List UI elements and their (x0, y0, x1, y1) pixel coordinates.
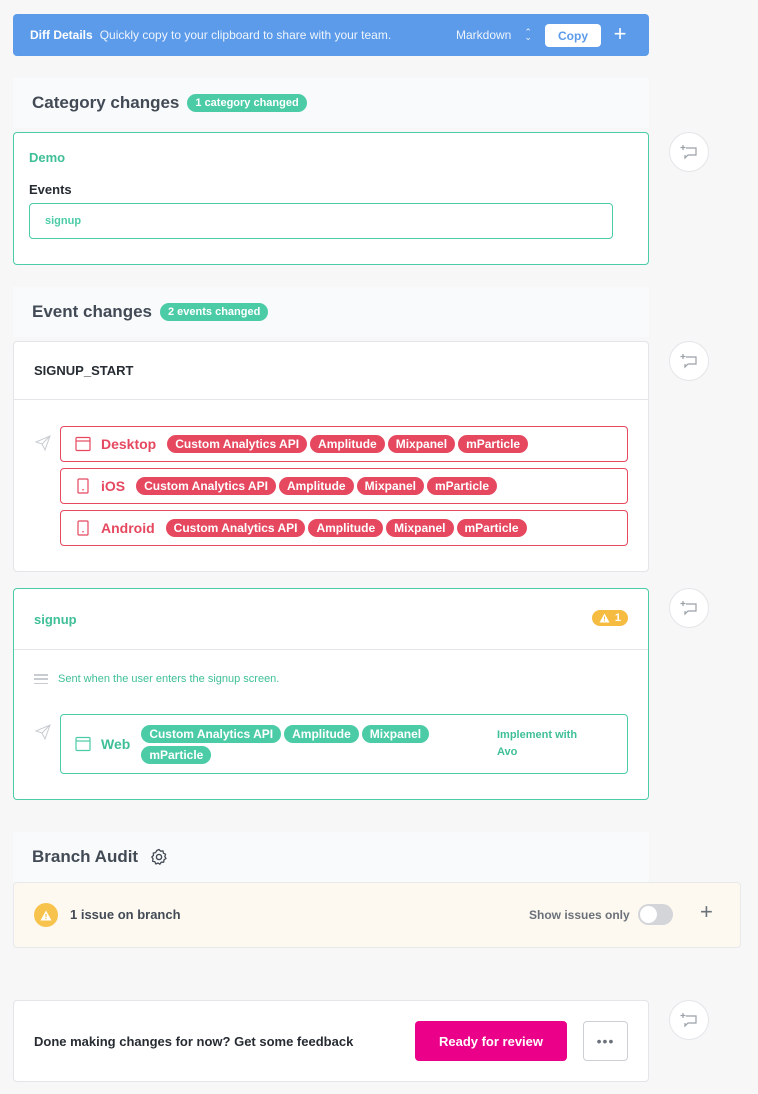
destination-pill: mParticle (426, 477, 497, 495)
implement-with-avo-link[interactable]: Implement with Avo (497, 727, 597, 761)
destination-pill: Custom Analytics API (165, 519, 306, 537)
event-name[interactable]: SIGNUP_START (14, 342, 648, 400)
category-event-item[interactable]: signup (29, 203, 613, 239)
copy-button[interactable]: Copy (545, 24, 601, 47)
branch-audit-panel: 1 issue on branch Show issues only + (13, 882, 741, 948)
category-card: Demo Events signup (13, 132, 649, 265)
comment-plus-icon (680, 1013, 697, 1028)
gear-icon[interactable] (150, 848, 168, 866)
event-card-signup: signup 1 Sent when the user enters the s… (13, 588, 649, 800)
category-events-label: Events (29, 182, 72, 197)
destination-pill: mParticle (141, 745, 212, 764)
destination-pill: Amplitude (310, 435, 385, 453)
plus-icon[interactable]: + (611, 21, 629, 46)
ready-for-review-button[interactable]: Ready for review (415, 1021, 567, 1061)
diff-details-bar: Diff Details Quickly copy to your clipbo… (13, 14, 649, 56)
comment-plus-icon (680, 354, 697, 369)
destination-pill: Amplitude (284, 724, 359, 743)
browser-window-icon (75, 436, 91, 452)
destination-pill: Mixpanel (387, 435, 456, 453)
source-row-web[interactable]: Web Custom Analytics API Amplitude Mixpa… (60, 714, 628, 774)
category-count-badge: 1 category changed (187, 94, 307, 112)
event-description-text: Sent when the user enters the signup scr… (58, 673, 280, 685)
add-comment-button[interactable] (669, 341, 709, 381)
category-name[interactable]: Demo (29, 150, 65, 165)
select-arrows-icon: ⌃ ⌄ (524, 27, 532, 42)
event-name[interactable]: signup (14, 589, 648, 650)
review-panel: Done making changes for now? Get some fe… (13, 1000, 649, 1082)
warning-icon (34, 903, 58, 927)
more-options-button[interactable]: ••• (583, 1021, 628, 1061)
destination-list: Custom Analytics API Amplitude Mixpanel … (141, 724, 441, 764)
destination-pill: Amplitude (308, 519, 384, 537)
comment-plus-icon (680, 601, 697, 616)
format-select-value: Markdown (456, 28, 512, 42)
destination-pill: Mixpanel (356, 477, 424, 495)
destination-pill: Mixpanel (361, 724, 430, 743)
diff-details-title: Diff Details (30, 28, 93, 42)
category-event-name: signup (45, 215, 82, 227)
warning-count: 1 (614, 612, 621, 624)
event-description[interactable]: Sent when the user enters the signup scr… (34, 673, 279, 685)
source-name: Android (101, 520, 155, 536)
event-card-signup-start: SIGNUP_START Desktop Custom Analytics AP… (13, 341, 649, 572)
mobile-phone-icon (77, 520, 89, 536)
branch-audit-title: Branch Audit (32, 847, 139, 866)
format-select[interactable]: Markdown ⌃ ⌄ (456, 14, 532, 56)
show-issues-only-toggle[interactable] (638, 904, 673, 925)
event-count-badge: 2 events changed (160, 303, 269, 321)
destination-pill: mParticle (458, 435, 529, 453)
event-section-header: Event changes 2 events changed (32, 302, 269, 322)
destination-pill: mParticle (456, 519, 527, 537)
destination-pill: Mixpanel (386, 519, 454, 537)
add-comment-button[interactable] (669, 1000, 709, 1040)
add-comment-button[interactable] (669, 588, 709, 628)
source-row-ios[interactable]: iOS Custom Analytics API Amplitude Mixpa… (60, 468, 628, 504)
source-name: iOS (101, 478, 126, 494)
branch-audit-header: Branch Audit (32, 847, 168, 867)
destination-pill: Custom Analytics API (167, 435, 308, 453)
browser-window-icon (75, 736, 91, 752)
source-name: Desktop (101, 436, 157, 452)
review-prompt: Done making changes for now? Get some fe… (34, 1034, 354, 1049)
expand-plus-icon[interactable]: + (700, 901, 713, 923)
destination-pill: Amplitude (278, 477, 354, 495)
source-row-android[interactable]: Android Custom Analytics API Amplitude M… (60, 510, 628, 546)
description-icon (34, 674, 48, 684)
mobile-phone-icon (77, 478, 89, 494)
warning-badge[interactable]: 1 (591, 610, 628, 626)
source-name: Web (101, 736, 131, 752)
source-row-desktop[interactable]: Desktop Custom Analytics API Amplitude M… (60, 426, 628, 462)
issue-count-text: 1 issue on branch (70, 907, 181, 922)
destination-pill: Custom Analytics API (136, 477, 276, 495)
send-icon (34, 724, 51, 741)
diff-details-description: Quickly copy to your clipboard to share … (99, 28, 392, 42)
add-comment-button[interactable] (669, 132, 709, 172)
event-section-title: Event changes (32, 302, 152, 321)
show-issues-only-label: Show issues only (529, 908, 630, 922)
toggle-knob (640, 906, 657, 923)
send-icon (34, 435, 51, 452)
destination-pill: Custom Analytics API (141, 724, 282, 743)
comment-plus-icon (680, 145, 697, 160)
warning-icon (599, 613, 610, 623)
category-section-header: Category changes 1 category changed (32, 93, 307, 113)
category-section-title: Category changes (32, 93, 180, 112)
